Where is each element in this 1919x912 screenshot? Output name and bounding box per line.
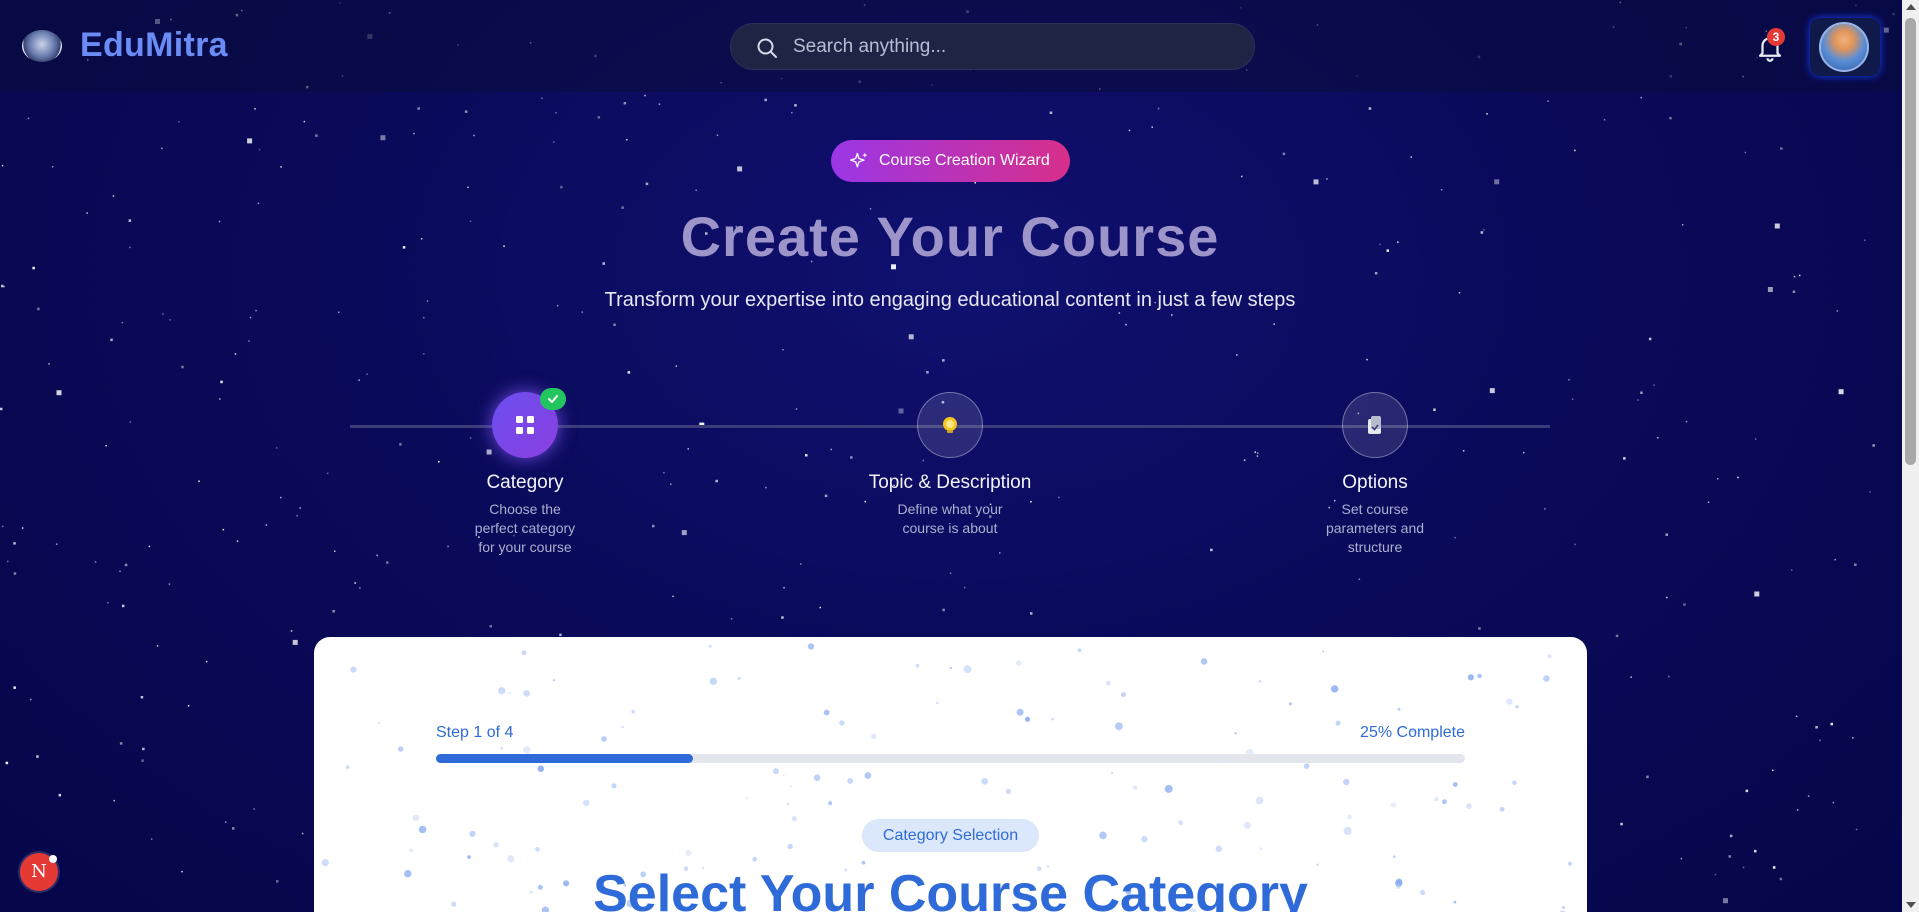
- section-title: Select Your Course Category: [593, 865, 1308, 912]
- scrollbar-thumb[interactable]: [1905, 18, 1916, 465]
- step-category[interactable]: Category Choose the perfect category for…: [425, 388, 625, 557]
- step-description: Choose the perfect category for your cou…: [474, 501, 576, 555]
- notification-count-badge: 3: [1767, 28, 1785, 46]
- progress-percent: 25% Complete: [1360, 724, 1465, 741]
- top-navbar: EduMitra 3: [0, 0, 1900, 92]
- progress-bar-fill: [436, 754, 694, 763]
- page-subtitle: Transform your expertise into engaging e…: [604, 289, 1296, 311]
- course-creation-wizard-badge: Course Creation Wizard: [831, 140, 1070, 182]
- page-scrollbar[interactable]: [1902, 0, 1919, 912]
- status-dot: [49, 855, 57, 863]
- checkmark-icon: [548, 395, 558, 403]
- progress-bar: [436, 754, 1465, 763]
- step-description: Set course parameters and structure: [1325, 501, 1425, 555]
- step-options[interactable]: Options Set course parameters and struct…: [1275, 392, 1475, 557]
- avatar: [1819, 22, 1869, 72]
- search-icon: [757, 38, 777, 58]
- lightbulb-icon: [943, 417, 957, 433]
- step-options-circle[interactable]: [1342, 392, 1408, 458]
- sparkles-icon: [850, 152, 868, 168]
- grid-icon: [516, 416, 534, 434]
- step-topic-circle[interactable]: [917, 392, 983, 458]
- page-title: Create Your Course: [680, 205, 1220, 268]
- search-input[interactable]: [793, 24, 1233, 69]
- wizard-label: Course Creation Wizard: [879, 152, 1050, 169]
- brand-name[interactable]: EduMitra: [80, 26, 228, 65]
- step-title: Options: [1342, 472, 1408, 493]
- avatar-button[interactable]: [1810, 18, 1880, 76]
- step-complete-badge: [540, 388, 566, 410]
- step-description: Define what your course is about: [897, 501, 1003, 536]
- scroll-down-arrow-icon[interactable]: [1906, 902, 1916, 908]
- step-title: Category: [486, 472, 564, 493]
- wizard-card: Step 1 of 4 25% Complete Category Select…: [314, 637, 1587, 912]
- step-counter: Step 1 of 4: [436, 724, 514, 741]
- clipboard-icon: [1368, 416, 1381, 434]
- step-title: Topic & Description: [868, 472, 1032, 493]
- logo-icon[interactable]: [22, 30, 62, 62]
- scroll-up-arrow-icon[interactable]: [1906, 4, 1916, 10]
- search-bar[interactable]: [730, 23, 1255, 70]
- step-topic-description[interactable]: Topic & Description Define what your cou…: [850, 392, 1050, 538]
- step-category-circle[interactable]: [492, 388, 566, 458]
- section-badge: Category Selection: [862, 819, 1039, 852]
